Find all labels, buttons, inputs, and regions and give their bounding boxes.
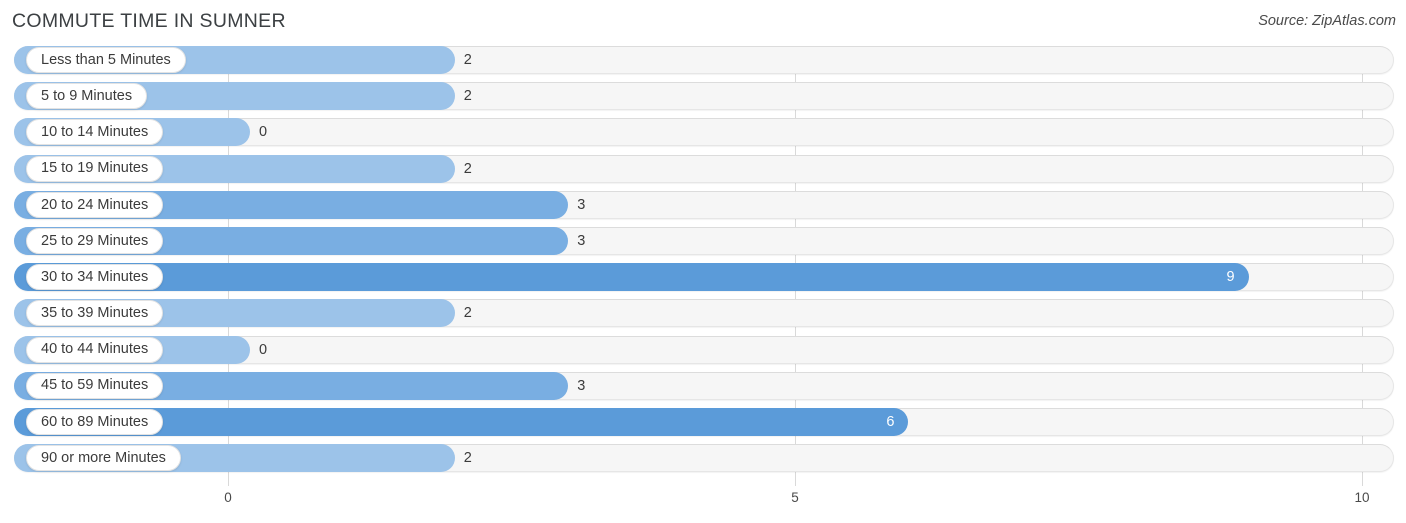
- category-label: 35 to 39 Minutes: [41, 305, 149, 322]
- bar-row: Less than 5 Minutes 2: [0, 46, 1406, 74]
- bar-row: 30 to 34 Minutes 9: [0, 263, 1406, 292]
- bar-row: 45 to 59 Minutes 3: [0, 371, 1406, 400]
- category-label-pill: 25 to 29 Minutes: [26, 227, 164, 254]
- bar-value-label: 9: [1226, 269, 1235, 286]
- axis-tick-label: 10: [1354, 490, 1370, 505]
- x-axis: 0 5 10: [0, 486, 1406, 523]
- bar-row: 15 to 19 Minutes 2: [0, 154, 1406, 183]
- bar-row: 10 to 14 Minutes 0: [0, 118, 1406, 147]
- category-label-pill: 30 to 34 Minutes: [26, 264, 164, 291]
- category-label-pill: Less than 5 Minutes: [26, 47, 186, 73]
- bar-value-label: 0: [259, 124, 268, 141]
- category-label: Less than 5 Minutes: [41, 51, 171, 68]
- bar-row: 40 to 44 Minutes 0: [0, 335, 1406, 364]
- bar-value-label: 6: [886, 413, 895, 430]
- bar-value-label: 3: [577, 196, 586, 213]
- category-label-pill: 45 to 59 Minutes: [26, 372, 164, 399]
- category-label-pill: 5 to 9 Minutes: [26, 83, 148, 110]
- bar-row: 90 or more Minutes 2: [0, 444, 1406, 473]
- bar-value-label: 2: [463, 52, 472, 68]
- category-label-pill: 90 or more Minutes: [26, 445, 181, 472]
- bar-value-label: 0: [259, 341, 268, 358]
- bar-value-label: 2: [463, 88, 472, 105]
- chart-header: COMMUTE TIME IN SUMNER Source: ZipAtlas.…: [0, 0, 1406, 46]
- category-label: 45 to 59 Minutes: [41, 377, 149, 394]
- category-label: 5 to 9 Minutes: [41, 87, 133, 104]
- category-label-pill: 35 to 39 Minutes: [26, 300, 164, 327]
- bar[interactable]: [14, 263, 1249, 292]
- category-label-pill: 15 to 19 Minutes: [26, 155, 164, 182]
- category-label: 10 to 14 Minutes: [41, 124, 149, 141]
- category-label: 60 to 89 Minutes: [41, 413, 149, 430]
- category-label: 15 to 19 Minutes: [41, 160, 149, 177]
- category-label: 90 or more Minutes: [41, 449, 166, 466]
- category-label: 20 to 24 Minutes: [41, 196, 149, 213]
- bar-value-label: 2: [463, 450, 472, 467]
- bar-row: 20 to 24 Minutes 3: [0, 190, 1406, 219]
- bar-value-label: 2: [463, 160, 472, 177]
- bar-row: 35 to 39 Minutes 2: [0, 299, 1406, 328]
- bar-value-label: 3: [577, 232, 586, 249]
- category-label: 40 to 44 Minutes: [41, 341, 149, 358]
- bar-row: 60 to 89 Minutes 6: [0, 407, 1406, 436]
- axis-tick-label: 0: [224, 490, 232, 505]
- plot-area: Less than 5 Minutes 2 5 to 9 Minutes 2 10 to…: [0, 46, 1406, 486]
- bar-value-label: 2: [463, 305, 472, 322]
- commute-time-chart: COMMUTE TIME IN SUMNER Source: ZipAtlas.…: [0, 0, 1406, 523]
- category-label: 25 to 29 Minutes: [41, 232, 149, 249]
- bar-rows: Less than 5 Minutes 2 5 to 9 Minutes 2 10 to…: [0, 46, 1406, 480]
- category-label-pill: 40 to 44 Minutes: [26, 336, 164, 363]
- page-title: COMMUTE TIME IN SUMNER: [12, 10, 286, 32]
- bar-row: 25 to 29 Minutes 3: [0, 226, 1406, 255]
- source-attribution: Source: ZipAtlas.com: [1258, 13, 1396, 29]
- category-label-pill: 20 to 24 Minutes: [26, 191, 164, 218]
- axis-tick-label: 5: [791, 490, 799, 505]
- bar-value-label: 3: [577, 377, 586, 394]
- bar-row: 5 to 9 Minutes 2: [0, 82, 1406, 111]
- category-label-pill: 60 to 89 Minutes: [26, 408, 164, 435]
- category-label: 30 to 34 Minutes: [41, 268, 149, 285]
- category-label-pill: 10 to 14 Minutes: [26, 119, 164, 146]
